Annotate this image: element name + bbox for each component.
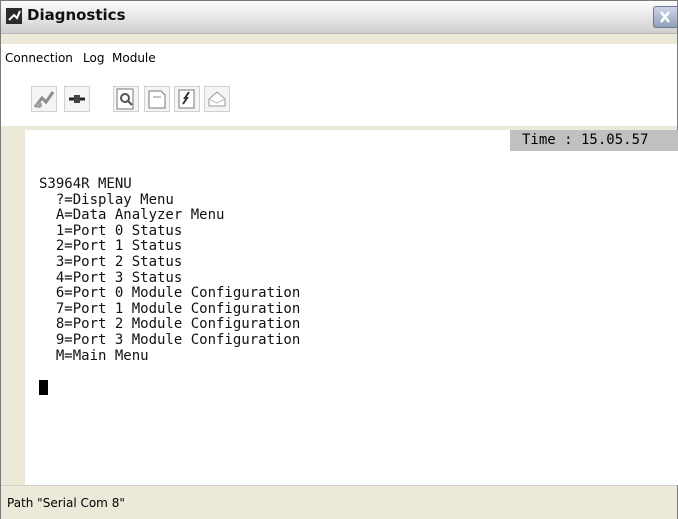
terminal-output: S3964R MENU ?=Display Menu A=Data Analyz… (39, 176, 301, 364)
terminal-cursor (39, 380, 48, 395)
title-bar[interactable]: Diagnostics (1, 1, 677, 34)
terminal-line: 6=Port 0 Module Configuration (39, 285, 301, 302)
terminal-line: M=Main Menu (39, 347, 149, 364)
terminal-line: 1=Port 0 Status (39, 222, 183, 239)
connect-button[interactable] (31, 86, 57, 112)
status-bar: Path "Serial Com 8" (1, 485, 677, 519)
terminal-line: S3964R MENU (39, 176, 132, 192)
terminal-line: 8=Port 2 Module Configuration (39, 316, 301, 333)
terminal-line: 2=Port 1 Status (39, 238, 183, 255)
print-icon (208, 91, 226, 107)
edit-button[interactable] (174, 86, 200, 112)
menu-connection[interactable]: Connection (5, 51, 73, 65)
terminal-line: 3=Port 2 Status (39, 253, 183, 270)
diagnostics-window: Diagnostics Connection Log Module Time:… (0, 0, 678, 519)
find-icon (116, 88, 134, 110)
time-display: Time : 15.05.57 (510, 130, 678, 151)
menu-bar: Connection Log Module (1, 44, 677, 68)
terminal-line: ?=Display Menu (39, 191, 174, 208)
app-icon (6, 8, 22, 24)
close-button[interactable] (653, 6, 677, 28)
window-title: Diagnostics (27, 6, 126, 24)
disconnect-icon (69, 95, 85, 103)
close-icon (660, 11, 670, 23)
disconnect-button[interactable] (64, 86, 90, 112)
print-button[interactable] (204, 86, 230, 112)
find-button[interactable] (113, 86, 139, 112)
terminal-line: 4=Port 3 Status (39, 269, 183, 286)
connect-icon (33, 91, 55, 108)
toolbar (1, 68, 677, 126)
edit-icon (178, 89, 195, 109)
terminal-line: A=Data Analyzer Menu (39, 207, 225, 224)
menu-module[interactable]: Module (112, 51, 156, 65)
terminal-line: 7=Port 1 Module Configuration (39, 300, 301, 317)
status-path: Path "Serial Com 8" (7, 496, 125, 510)
open-button[interactable] (144, 86, 170, 112)
open-icon (148, 90, 166, 109)
terminal-line: 9=Port 3 Module Configuration (39, 331, 301, 348)
menu-log[interactable]: Log (83, 51, 104, 65)
